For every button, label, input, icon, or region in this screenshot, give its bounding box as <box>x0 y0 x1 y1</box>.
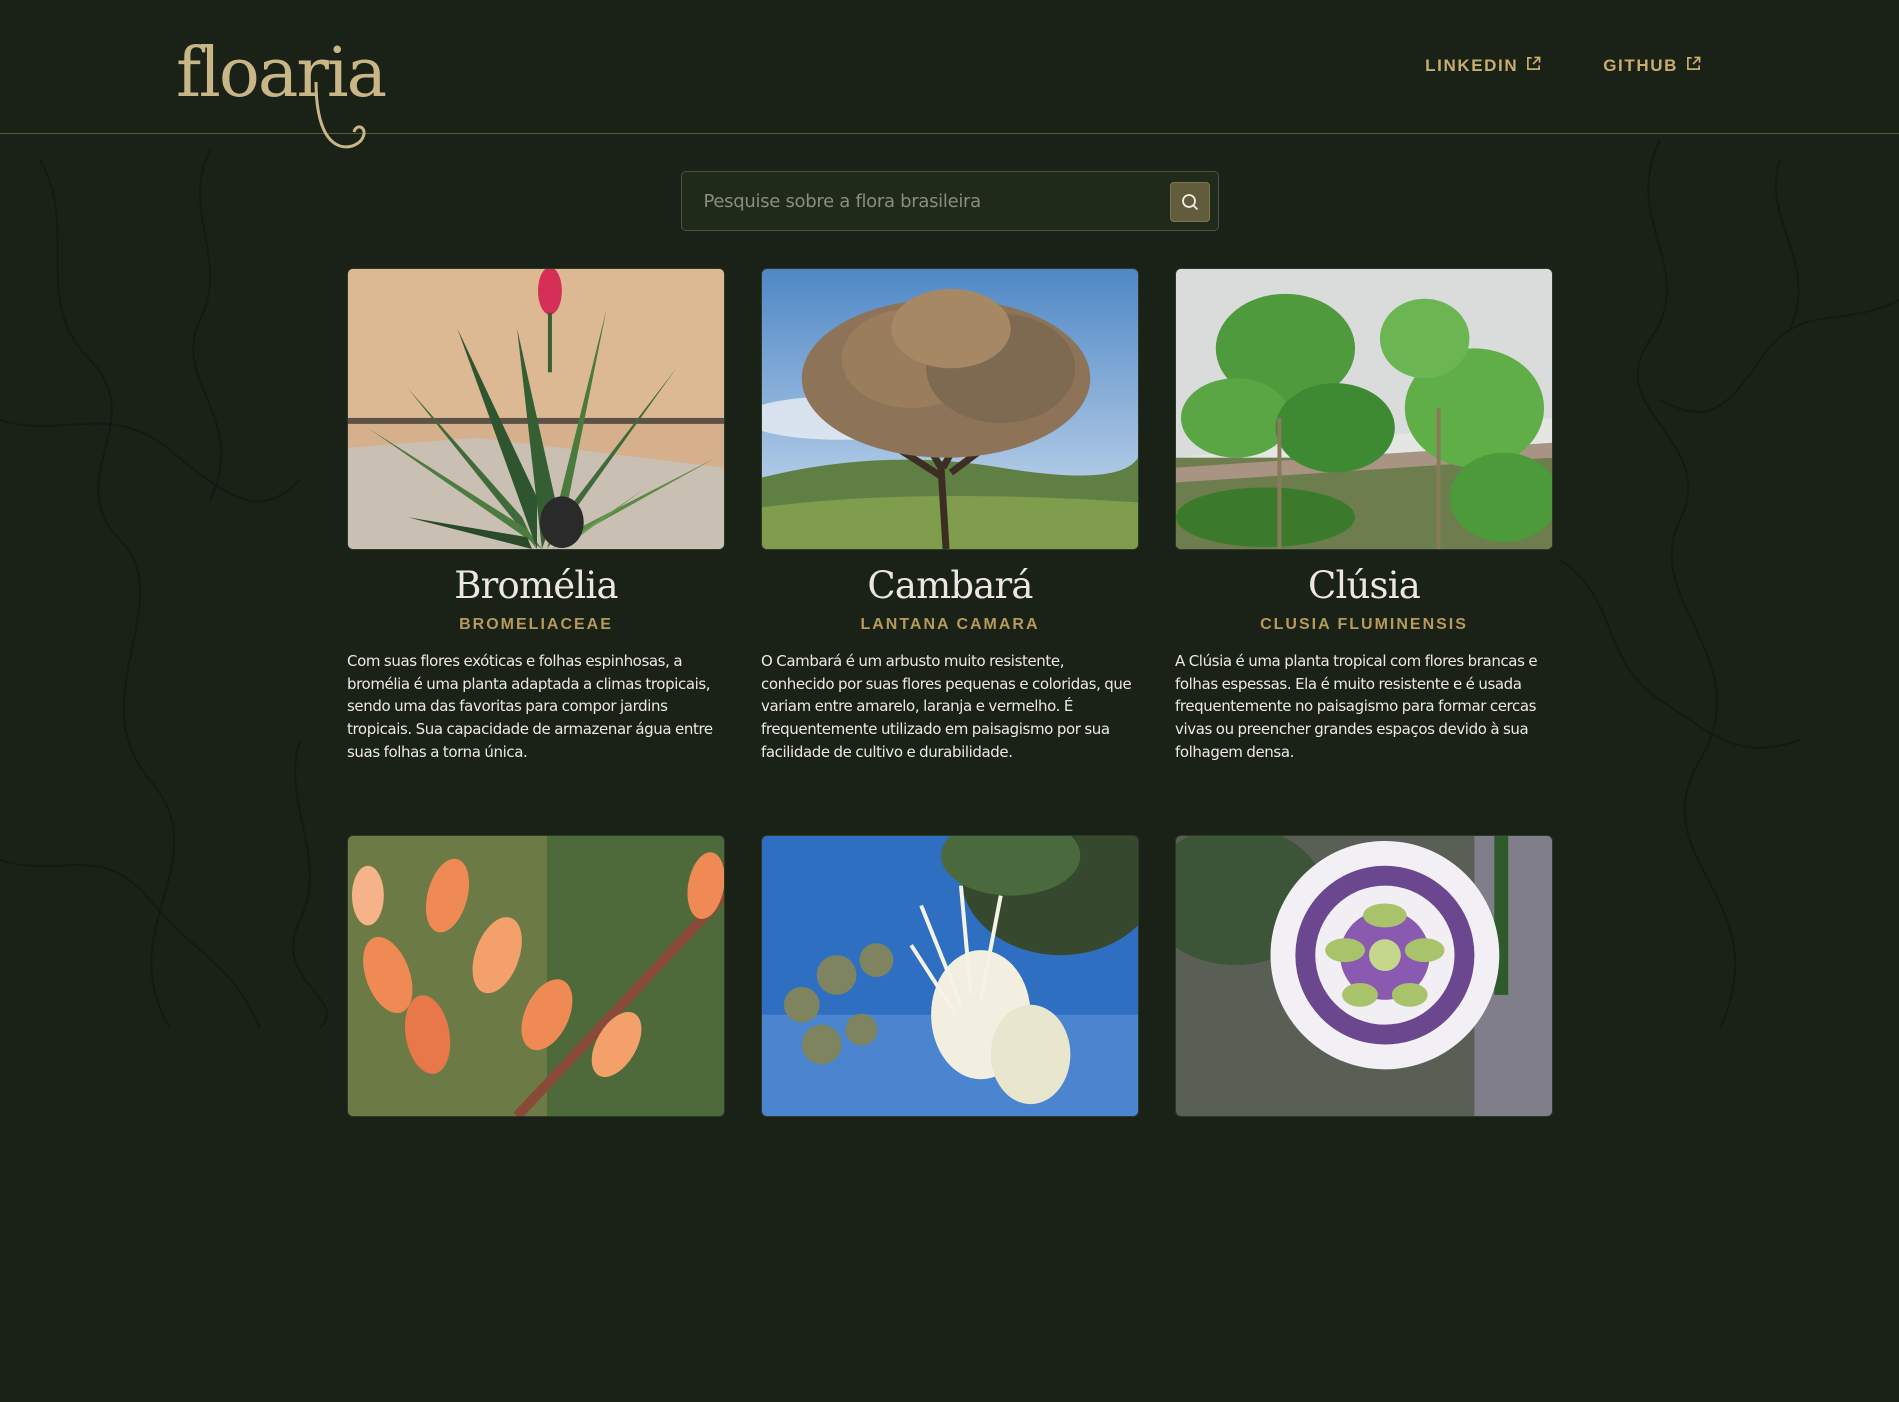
github-link[interactable]: GITHUB <box>1603 56 1701 76</box>
github-link-label: GITHUB <box>1603 56 1678 75</box>
plant-card-cambara[interactable]: Cambará LANTANA CAMARA O Cambará é um ar… <box>761 268 1139 835</box>
floaria-logo-wordmark: floaria <box>176 34 388 149</box>
card-title: Bromélia <box>454 564 618 607</box>
search-input[interactable] <box>681 172 1152 230</box>
linkedin-link[interactable]: LINKEDIN <box>1425 56 1541 76</box>
card-title: Clúsia <box>1307 564 1421 607</box>
cambara-image[interactable] <box>761 268 1139 550</box>
plant-card-4[interactable] <box>347 835 725 1402</box>
plant-card-5[interactable] <box>761 835 1139 1402</box>
card-description: A Clúsia é uma planta tropical com flore… <box>1175 652 1538 761</box>
card-description: O Cambará é um arbusto muito resistente,… <box>761 652 1132 761</box>
plant-card-grid: Bromélia BROMELIACEAE Com suas flores ex… <box>347 268 1553 1402</box>
svg-text:floaria: floaria <box>176 34 386 113</box>
site-header: floaria LINKEDIN GITHUB <box>0 0 1899 149</box>
card-title: Cambará <box>867 564 1033 607</box>
clusia-image[interactable] <box>1175 268 1553 550</box>
coral-flower-image[interactable] <box>347 835 725 1117</box>
card-scientific-name: CLUSIA FLUMINENSIS <box>1260 616 1468 633</box>
floaria-logo[interactable]: floaria <box>176 12 388 154</box>
bromelia-image[interactable] <box>347 268 725 550</box>
plant-card-6[interactable] <box>1175 835 1553 1402</box>
passion-flower-image[interactable] <box>1175 835 1553 1117</box>
search-icon <box>1181 194 1198 210</box>
search-bar <box>680 171 1219 231</box>
plant-card-clusia[interactable]: Clúsia CLUSIA FLUMINENSIS A Clúsia é uma… <box>1175 268 1553 835</box>
external-link-icon <box>1527 56 1541 70</box>
white-flower-image[interactable] <box>761 835 1139 1117</box>
external-link-icon <box>1687 56 1701 70</box>
search-box <box>680 171 1219 231</box>
search-button[interactable] <box>1169 182 1210 222</box>
linkedin-link-label: LINKEDIN <box>1425 56 1519 75</box>
plant-card-bromelia[interactable]: Bromélia BROMELIACEAE Com suas flores ex… <box>347 268 725 835</box>
header-nav: LINKEDIN GITHUB <box>1425 56 1701 76</box>
card-description: Com suas flores exóticas e folhas espinh… <box>347 652 713 761</box>
card-scientific-name: LANTANA CAMARA <box>860 616 1040 633</box>
card-scientific-name: BROMELIACEAE <box>459 616 613 633</box>
